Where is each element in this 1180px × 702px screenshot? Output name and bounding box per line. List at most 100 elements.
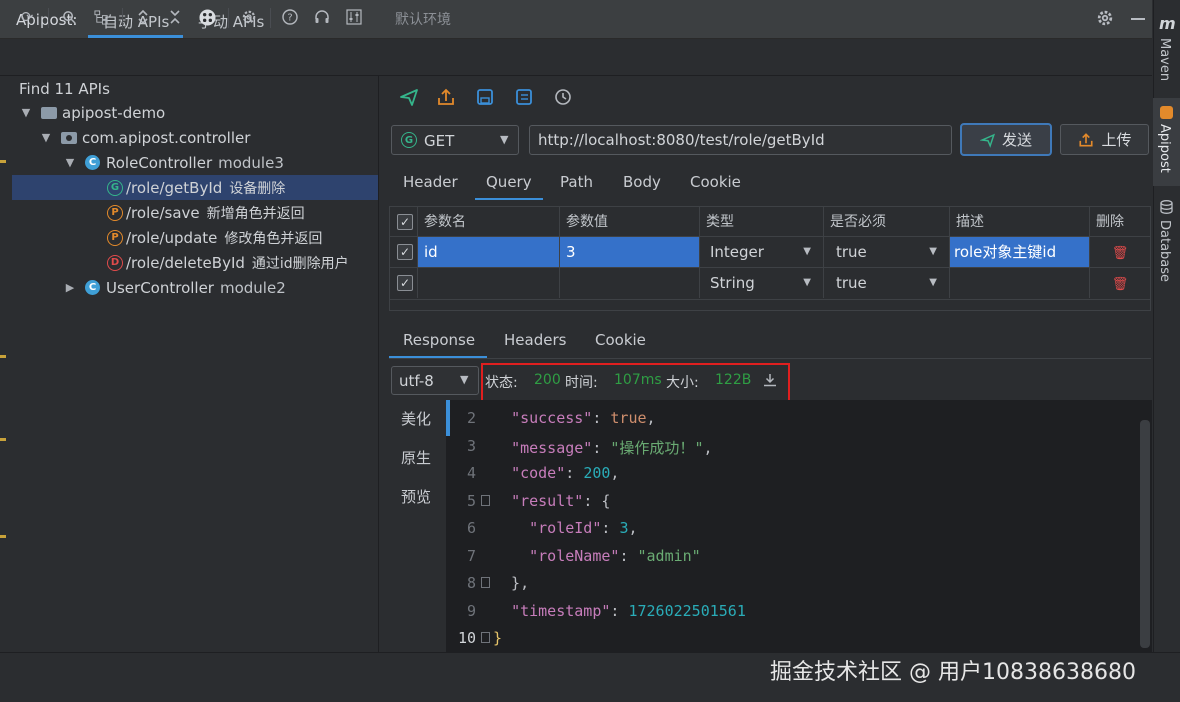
rail-tab-database[interactable]: Database [1157,220,1172,282]
chevron-down-icon[interactable]: ▼ [63,156,77,169]
tab-divider [389,358,1151,359]
size-value: 122B [715,372,752,388]
method-get-icon: G [401,132,417,148]
tree-node-role-controller[interactable]: ▼ C RoleController module3 [12,150,378,175]
param-name-input[interactable] [418,268,560,298]
class-icon: C [85,155,100,170]
export-icon[interactable] [435,86,457,108]
url-input[interactable]: http://localhost:8080/test/role/getById [529,125,952,155]
tree-structure-icon[interactable] [92,8,110,26]
method-get-icon: G [107,179,123,196]
tree-api-delete-by-id[interactable]: D /role/deleteById 通过id删除用户 [12,250,378,275]
param-type-select[interactable]: Integer ▼ [700,237,824,267]
param-name-input[interactable]: id [418,237,560,267]
tab-body[interactable]: Body [623,173,661,191]
view-pretty-tab[interactable]: 美化 [401,408,431,429]
collapse-all-icon[interactable] [166,8,184,26]
trash-icon: 🗑 [1111,246,1129,261]
line-number: 2 [466,409,476,427]
gutter-mark [0,355,6,358]
view-preview-tab[interactable]: 预览 [401,486,431,507]
param-type-select[interactable]: String ▼ [700,268,824,298]
param-desc-input[interactable] [950,268,1090,298]
col-header-name: 参数名 [418,207,560,237]
save-icon[interactable] [474,86,496,108]
upload-button[interactable]: 上传 [1060,124,1149,155]
tab-response[interactable]: Response [403,331,475,349]
fold-marker-icon[interactable] [481,577,490,588]
tree-node-package[interactable]: ▼ com.apipost.controller [12,125,378,150]
tree-api-save[interactable]: P /role/save 新增角色并返回 [12,200,378,225]
param-desc-input[interactable]: role对象主键id [950,237,1090,267]
gear-icon[interactable] [1096,9,1114,27]
class-icon: C [85,280,100,295]
chevron-down-icon: ▼ [460,373,469,386]
delete-row-button[interactable]: 🗑 [1090,268,1150,298]
code-line: "message": "操作成功！", [511,439,713,457]
encoding-select[interactable]: utf-8 ▼ [391,366,479,395]
apipost-icon[interactable] [1160,106,1173,119]
editor-scrollbar[interactable] [1140,420,1150,648]
settings-icon[interactable] [240,8,258,26]
param-value-input[interactable]: 3 [560,237,700,267]
code-line: "timestamp": 1726022501561 [511,602,746,620]
document-icon[interactable] [513,86,535,108]
param-type-value: String [710,274,755,292]
send-button[interactable]: 发送 [960,123,1052,156]
json-value: "admin" [637,547,701,565]
download-icon[interactable] [762,372,778,388]
headset-icon[interactable] [313,8,331,26]
tree-api-get-by-id[interactable]: G /role/getById 设备删除 [12,175,378,200]
tab-response-headers[interactable]: Headers [504,331,566,349]
toolbar-divider [228,8,229,28]
sliders-icon[interactable] [345,8,363,26]
rail-tab-apipost[interactable]: Apipost [1157,124,1172,173]
tree-node-project[interactable]: ▼ apipost-demo [12,100,378,125]
line-number: 3 [466,437,476,455]
chevron-down-icon[interactable]: ▼ [19,106,33,119]
environment-selector[interactable]: 默认环境 [395,9,451,29]
help-icon[interactable]: ? [281,8,299,26]
line-number: 4 [466,464,476,482]
api-desc: 修改角色并返回 [224,230,323,247]
toolbar-divider [270,8,271,28]
method-delete-icon: D [107,254,123,271]
param-value-input[interactable] [560,268,700,298]
line-number: 5 [466,492,476,510]
minimize-icon[interactable] [1131,18,1145,20]
chevron-down-icon[interactable]: ▼ [39,131,53,144]
rail-tab-maven[interactable]: Maven [1157,38,1172,81]
tab-query[interactable]: Query [486,173,532,191]
controller-name: UserController [106,278,214,297]
upload-icon [1079,132,1094,147]
tab-response-cookie[interactable]: Cookie [595,331,646,349]
row-checkbox[interactable]: ✓ [397,244,413,260]
encoding-value: utf-8 [399,372,434,390]
maven-icon[interactable]: m [1159,14,1176,33]
tab-active-indicator [389,356,487,358]
code-line: "result": { [511,492,611,510]
select-all-checkbox[interactable]: ✓ [397,214,413,230]
apps-icon[interactable] [198,8,216,26]
fold-marker-icon[interactable] [481,495,490,506]
tree-api-update[interactable]: P /role/update 修改角色并返回 [12,225,378,250]
history-icon[interactable] [552,86,574,108]
chevron-right-icon[interactable]: ▶ [63,281,77,294]
view-raw-tab[interactable]: 原生 [401,447,431,468]
api-path: /role/save [126,203,200,222]
refresh-icon[interactable]: ⟳ [18,8,36,26]
database-icon[interactable] [1160,200,1173,214]
param-required-select[interactable]: true ▼ [824,237,950,267]
search-icon[interactable] [60,8,78,26]
expand-all-icon[interactable] [134,8,152,26]
send-plane-icon[interactable] [398,86,420,108]
tab-cookie[interactable]: Cookie [690,173,741,191]
method-select[interactable]: G GET ▼ [391,125,519,155]
row-checkbox[interactable]: ✓ [397,275,413,291]
tab-header[interactable]: Header [403,173,458,191]
tree-node-user-controller[interactable]: ▶ C UserController module2 [12,275,378,300]
param-required-select[interactable]: true ▼ [824,268,950,298]
fold-marker-icon[interactable] [481,632,490,643]
delete-row-button[interactable]: 🗑 [1090,237,1150,267]
tab-path[interactable]: Path [560,173,593,191]
